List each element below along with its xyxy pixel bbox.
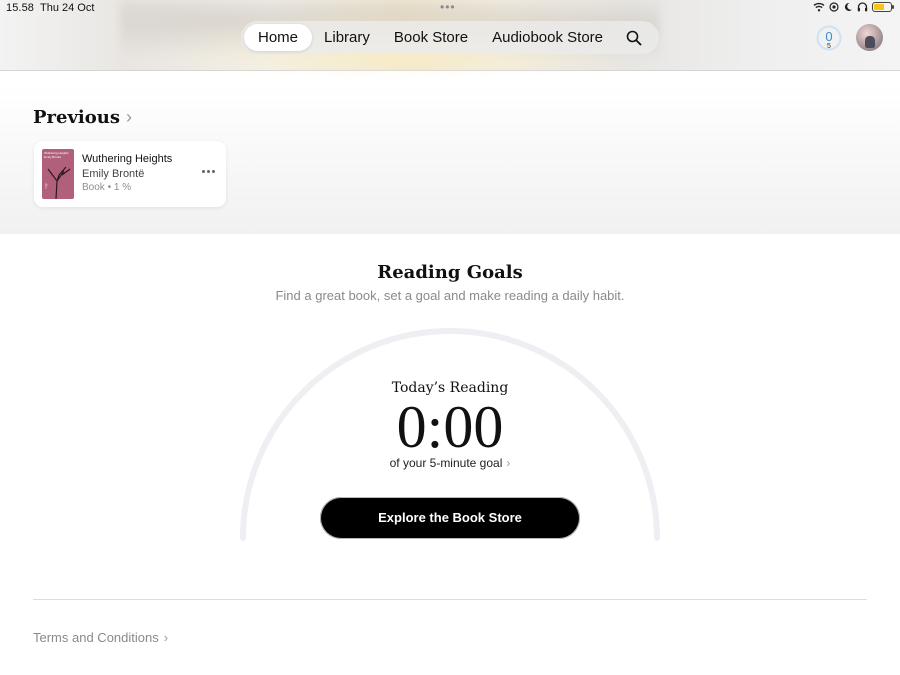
- goal-setting-link[interactable]: of your 5-minute goal ›: [0, 456, 900, 470]
- status-date: Thu 24 Oct: [40, 2, 95, 14]
- avatar[interactable]: [856, 24, 883, 51]
- wifi-icon: [813, 2, 825, 12]
- more-options-button[interactable]: [198, 163, 218, 179]
- chevron-right-icon: ›: [506, 456, 511, 470]
- tab-home[interactable]: Home: [244, 24, 313, 51]
- multitasking-dots[interactable]: •••: [440, 0, 456, 14]
- battery-icon: [872, 2, 894, 12]
- reading-goals-title: Reading Goals: [377, 262, 523, 283]
- chevron-right-icon: ›: [126, 107, 132, 127]
- headphones-icon: [857, 2, 868, 12]
- nav-tab-bar: Home Library Book Store Audiobook Store: [241, 21, 659, 54]
- chevron-right-icon: ›: [163, 630, 169, 645]
- more-dot-icon: [206, 169, 210, 173]
- previous-section: Previous › Wuthering Heights Emily Bront…: [0, 84, 900, 234]
- terms-label: Terms and Conditions: [33, 630, 159, 645]
- goal-text: of your 5-minute goal: [389, 456, 503, 470]
- tab-audiobook-store[interactable]: Audiobook Store: [480, 24, 615, 51]
- moon-icon: [844, 2, 852, 11]
- book-author: Emily Brontë: [82, 168, 145, 180]
- reading-timer: 0:00: [396, 394, 504, 460]
- divider: [33, 599, 867, 600]
- goal-badge-value: 0: [825, 29, 833, 44]
- more-dot-icon: [211, 169, 215, 173]
- tab-library[interactable]: Library: [312, 24, 382, 51]
- more-dot-icon: [201, 169, 205, 173]
- reading-goal-badge[interactable]: 0 5: [816, 25, 842, 51]
- search-button[interactable]: [619, 24, 649, 51]
- terms-and-conditions-link[interactable]: Terms and Conditions ›: [33, 630, 168, 645]
- reading-goals-subtitle: Find a great book, set a goal and make r…: [275, 288, 625, 303]
- status-time: 15.58: [6, 2, 35, 14]
- book-title: Wuthering Heights: [82, 153, 173, 165]
- tree-illustration-icon: [45, 166, 71, 199]
- location-icon: [829, 2, 839, 12]
- tab-book-store[interactable]: Book Store: [382, 24, 480, 51]
- book-cover[interactable]: Wuthering Heights Emily Brontë: [42, 149, 74, 199]
- explore-book-store-button[interactable]: Explore the Book Store: [320, 497, 580, 539]
- book-progress: Book • 1 %: [82, 182, 132, 193]
- book-card[interactable]: Wuthering Heights Emily Brontë Wuthering…: [34, 141, 226, 207]
- status-icons: [813, 2, 894, 12]
- goal-badge-sub: 5: [827, 43, 831, 50]
- previous-title: Previous: [33, 107, 120, 128]
- previous-header[interactable]: Previous ›: [33, 107, 132, 128]
- search-icon: [626, 30, 642, 45]
